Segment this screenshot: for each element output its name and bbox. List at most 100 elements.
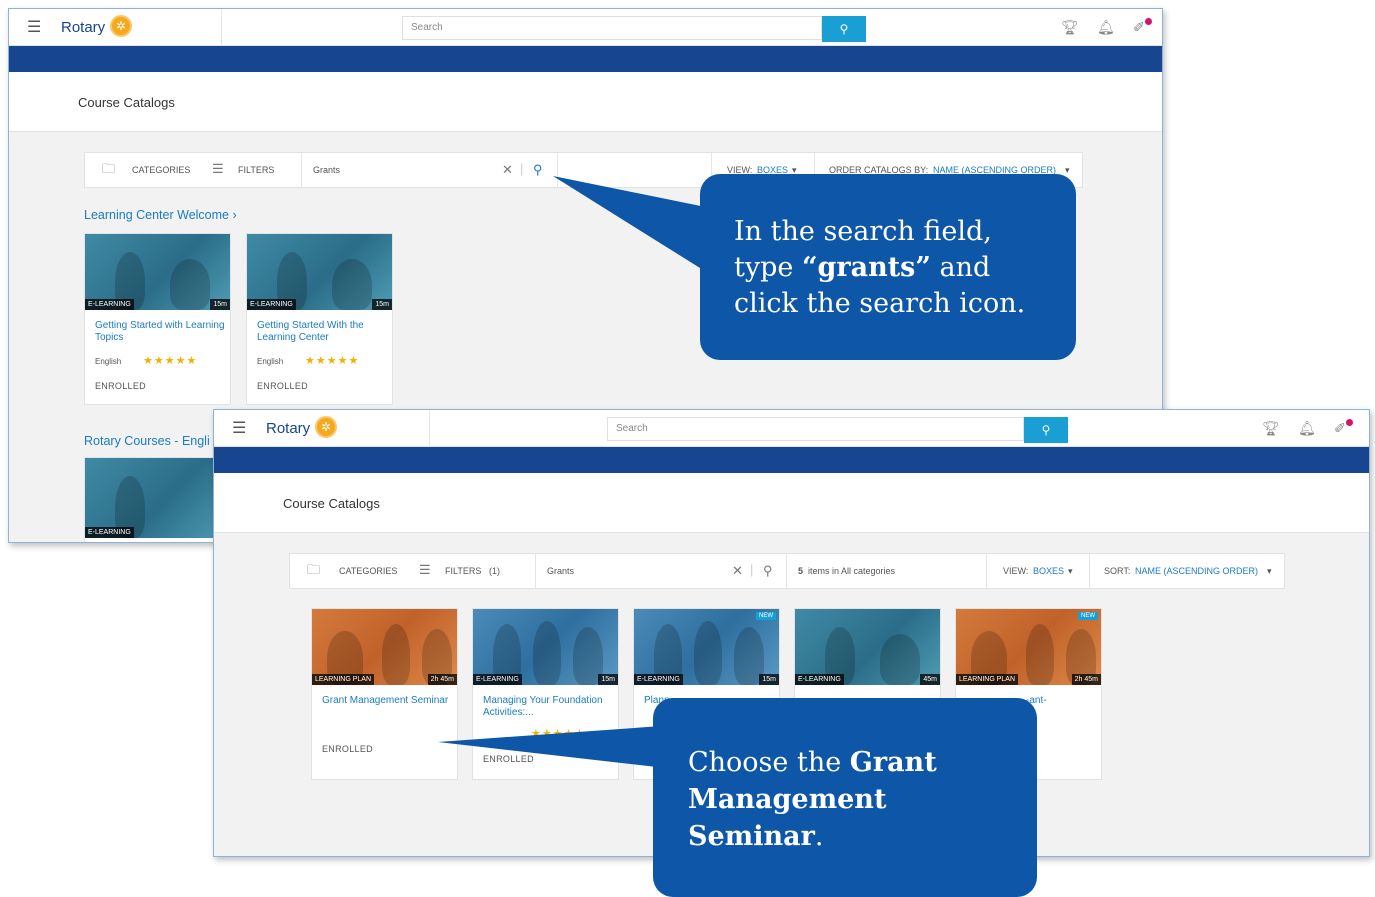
enrollment-status: ENROLLED: [95, 381, 146, 391]
rotary-wheel-icon[interactable]: ✲: [315, 416, 337, 438]
course-card[interactable]: E-LEARNING 15m Managing Your Foundation …: [472, 608, 619, 780]
categories-button[interactable]: CATEGORIES: [339, 566, 397, 576]
global-search-button[interactable]: ⚲: [822, 16, 866, 42]
instruction-callout-search: In the search field, type “grants” and c…: [700, 174, 1076, 360]
search-icon: ⚲: [1041, 423, 1051, 437]
course-thumbnail: NEW E-LEARNING 15m: [634, 609, 779, 685]
sort-dropdown[interactable]: NAME (ASCENDING ORDER): [1135, 566, 1258, 576]
course-thumbnail: E-LEARNING 15m: [85, 234, 230, 310]
course-title[interactable]: Getting Started With the Learning Center: [257, 320, 387, 344]
divider: [221, 9, 222, 45]
catalog-search-input[interactable]: Grants: [313, 165, 340, 175]
view-label: VIEW:: [1003, 566, 1029, 576]
course-type-label: E-LEARNING: [85, 299, 134, 310]
categories-button[interactable]: CATEGORIES: [132, 165, 190, 175]
callout-text: In the search field, type “grants” and c…: [734, 214, 1025, 322]
callout-text-part: Choose the: [688, 747, 850, 778]
enrollment-status: ENROLLED: [483, 754, 534, 764]
top-navigation-bar: ☰ Rotary ✲ Search ⚲ 🏆︎ 🔔︎ ✐: [9, 9, 1162, 46]
catalog-search-input[interactable]: Grants: [547, 566, 574, 576]
course-thumbnail: E-LEARNING 45m: [795, 609, 940, 685]
callout-text: Choose the Grant Management Seminar.: [688, 744, 937, 855]
search-placeholder: Search: [616, 423, 648, 434]
course-title[interactable]: Grant Management Seminar: [322, 695, 452, 707]
catalog-search-icon[interactable]: ⚲: [763, 564, 773, 578]
folder-icon[interactable]: 🗀︎: [307, 563, 320, 577]
notification-dot: [1346, 419, 1353, 426]
new-badge: NEW: [756, 612, 776, 620]
global-search-input[interactable]: Search: [607, 417, 1024, 441]
section-link-label: Learning Center Welcome: [84, 208, 229, 222]
new-badge: NEW: [1078, 612, 1098, 620]
trophy-icon[interactable]: 🏆︎: [1061, 19, 1079, 35]
page-header: Course Catalogs: [9, 72, 1162, 132]
course-card[interactable]: E-LEARNING: [84, 457, 231, 542]
bell-icon[interactable]: 🔔︎: [1097, 19, 1115, 35]
chevron-down-icon[interactable]: ▾: [1065, 165, 1070, 176]
clear-icon[interactable]: ✕: [502, 163, 513, 177]
section-link-rotary-courses[interactable]: Rotary Courses - Engli: [84, 434, 210, 448]
course-type-label: E-LEARNING: [85, 527, 134, 538]
global-search-input[interactable]: Search: [402, 16, 822, 40]
badge-icon[interactable]: ✐: [1334, 420, 1346, 436]
rotary-wheel-icon[interactable]: ✲: [110, 15, 132, 37]
course-thumbnail: E-LEARNING 15m: [473, 609, 618, 685]
course-title[interactable]: Getting Started with Learning Topics: [95, 320, 225, 344]
chevron-down-icon[interactable]: ▾: [1068, 566, 1073, 577]
callout-text-part: and: [930, 252, 991, 283]
course-duration: 2h 45m: [1071, 674, 1101, 685]
chevron-down-icon[interactable]: ▾: [1267, 566, 1272, 577]
filters-button[interactable]: FILTERS: [238, 165, 274, 175]
bell-icon[interactable]: 🔔︎: [1298, 420, 1316, 436]
course-card[interactable]: E-LEARNING 15m Getting Started With the …: [246, 233, 393, 405]
course-duration: 15m: [759, 674, 779, 685]
folder-icon[interactable]: 🗀︎: [102, 162, 115, 176]
search-icon: ⚲: [839, 22, 849, 36]
course-language: English: [257, 357, 284, 366]
course-card-grant-management-seminar[interactable]: LEARNING PLAN 2h 45m Grant Management Se…: [311, 608, 458, 780]
callout-line: Management: [688, 781, 937, 818]
rating-stars: ★★★★★: [143, 355, 198, 367]
header-blue-band: [214, 447, 1369, 473]
course-duration: 2h 45m: [427, 674, 457, 685]
search-placeholder: Search: [411, 22, 443, 33]
course-language: English: [95, 357, 122, 366]
filters-button[interactable]: FILTERS: [445, 566, 481, 576]
page-title: Course Catalogs: [283, 496, 380, 511]
rotary-logo-text[interactable]: Rotary: [61, 19, 105, 36]
clear-icon[interactable]: ✕: [732, 564, 743, 578]
rating-stars: ★★★★★: [305, 355, 360, 367]
course-title[interactable]: Managing Your Foundation Activities:...: [483, 695, 613, 719]
filters-count: (1): [489, 566, 500, 576]
enrollment-status: ENROLLED: [322, 744, 373, 754]
course-card[interactable]: E-LEARNING 15m Getting Started with Lear…: [84, 233, 231, 405]
trophy-icon[interactable]: 🏆︎: [1262, 420, 1280, 436]
separator: |: [520, 161, 524, 176]
rotary-logo-text[interactable]: Rotary: [266, 420, 310, 437]
view-dropdown[interactable]: BOXES: [1033, 566, 1064, 576]
callout-emphasis: Grant: [849, 747, 937, 778]
view-segment: VIEW: BOXES ▾: [987, 554, 1090, 588]
header-blue-band: [9, 46, 1162, 72]
page-title: Course Catalogs: [78, 95, 175, 110]
global-search-button[interactable]: ⚲: [1024, 417, 1068, 443]
course-title[interactable]: -ant-: [1026, 695, 1156, 707]
results-count: 5: [798, 566, 804, 576]
course-duration: 15m: [210, 299, 230, 310]
course-duration: 45m: [920, 674, 940, 685]
course-type-label: E-LEARNING: [795, 674, 844, 685]
categories-filters-segment: 🗀︎ CATEGORIES ☰ FILTERS: [85, 153, 302, 187]
categories-filters-segment: 🗀︎ CATEGORIES ☰ FILTERS (1): [290, 554, 536, 588]
badge-icon[interactable]: ✐: [1133, 19, 1145, 35]
catalog-search-icon[interactable]: ⚲: [533, 163, 543, 177]
hamburger-menu-icon[interactable]: ☰: [27, 20, 41, 36]
course-type-label: E-LEARNING: [473, 674, 522, 685]
enrollment-status: ENROLLED: [257, 381, 308, 391]
filter-icon[interactable]: ☰: [419, 563, 431, 577]
section-link-learning-center-welcome[interactable]: Learning Center Welcome ›: [84, 208, 237, 222]
course-type-label: LEARNING PLAN: [312, 674, 375, 685]
filter-icon[interactable]: ☰: [212, 162, 224, 176]
hamburger-menu-icon[interactable]: ☰: [232, 421, 246, 437]
page-header: Course Catalogs: [214, 473, 1369, 533]
course-thumbnail: NEW LEARNING PLAN 2h 45m: [956, 609, 1101, 685]
